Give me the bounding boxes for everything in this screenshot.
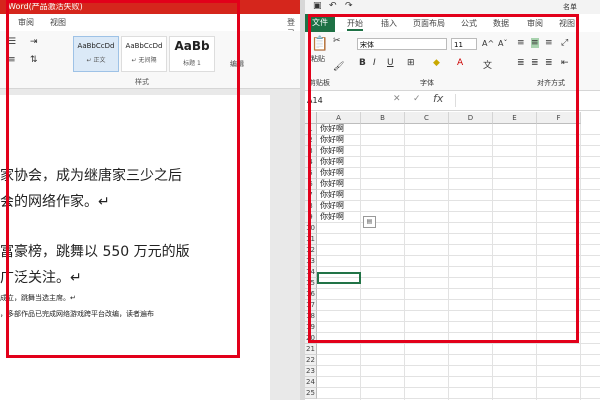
word-highlight-box — [6, 0, 240, 358]
grid-hline — [317, 376, 600, 377]
grid-hline — [317, 398, 600, 399]
row-header-24[interactable]: 24 — [305, 377, 317, 388]
grid-hline — [317, 365, 600, 366]
row-header-25[interactable]: 25 — [305, 388, 317, 399]
grid-hline — [317, 387, 600, 388]
save-icon[interactable]: ▣ — [313, 1, 322, 11]
excel-highlight-box — [308, 14, 579, 343]
grid-hline — [317, 343, 600, 344]
excel-title: 名单 — [563, 3, 577, 11]
row-header-21[interactable]: 21 — [305, 344, 317, 355]
grid-hline — [317, 354, 600, 355]
grid-vline — [580, 124, 581, 400]
redo-icon[interactable]: ↷ — [345, 1, 353, 11]
undo-icon[interactable]: ↶ — [329, 1, 337, 11]
row-header-23[interactable]: 23 — [305, 366, 317, 377]
excel-title-bar: ▣ ↶ ↷ 名单 — [305, 0, 600, 15]
row-header-22[interactable]: 22 — [305, 355, 317, 366]
